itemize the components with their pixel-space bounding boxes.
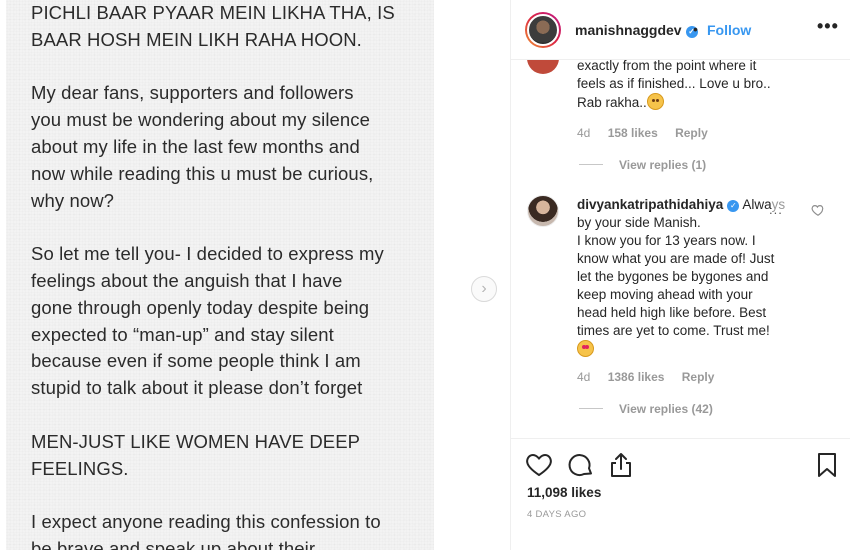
note-line: about my life in the last few months and	[31, 135, 360, 157]
note-line: now while reading this u must be curious…	[31, 162, 374, 184]
comment-line: I know you for 13 years now. I	[577, 233, 756, 248]
view-replies-label: View replies (42)	[619, 402, 713, 416]
note-line: My dear fans, supporters and followers	[31, 82, 354, 104]
comment-username[interactable]: divyankatripathidahiya	[577, 197, 723, 212]
reply-button[interactable]: Reply	[675, 126, 708, 140]
note-line: be brave and speak up about their	[31, 537, 316, 550]
reply-button[interactable]: Reply	[682, 370, 715, 384]
note-blank-line	[31, 402, 434, 429]
likes-count[interactable]: 11,098 likes	[527, 485, 601, 500]
note-line: MEN-JUST LIKE WOMEN HAVE DEEP	[31, 430, 361, 452]
post-actions: 11,098 likes 4 DAYS AGO	[511, 438, 850, 550]
comment-first-text: Alwa	[742, 197, 772, 212]
post-date[interactable]: 4 DAYS AGO	[527, 509, 586, 520]
comment-age[interactable]: 4d	[577, 126, 590, 140]
comment-meta: 4d 158 likes Reply	[577, 126, 722, 140]
comment-likes[interactable]: 158 likes	[608, 126, 658, 140]
avatar[interactable]	[525, 12, 561, 48]
comment-line: Rab rakha..	[577, 93, 817, 112]
comment-line: head held high like before. Best	[577, 305, 767, 320]
note-line: expected to “man-up” and stay silent	[31, 323, 334, 345]
note-line: stupid to talk about it please don’t for…	[31, 377, 363, 399]
note-line: BAAR HOSH MEIN LIKH RAHA HOON.	[31, 28, 362, 50]
comment-text: divyankatripathidahiya ✓ Always by your s…	[577, 196, 805, 359]
comment-line	[577, 340, 805, 359]
heart-icon[interactable]	[525, 451, 553, 479]
comment-text: exactly from the point where it feels as…	[577, 60, 817, 112]
username-link[interactable]: manishnaggdev	[575, 22, 682, 38]
comment-line-text: Rab rakha..	[577, 95, 647, 110]
note-line: why now?	[31, 189, 115, 211]
comment-age[interactable]: 4d	[577, 370, 590, 384]
note-line: So let me tell you- I decided to express…	[31, 243, 384, 265]
note-line: FEELINGS.	[31, 457, 129, 479]
note-blank-line	[31, 214, 434, 241]
post-header: manishnaggdev ✓ • Follow •••	[511, 0, 850, 60]
comment-line: keep moving ahead with your	[577, 287, 753, 302]
note-blank-line	[31, 54, 434, 81]
comment-line: know what you are made of! Just	[577, 251, 775, 266]
comment-options-icon[interactable]: ...	[769, 202, 783, 217]
note-line: I expect anyone reading this confession …	[31, 511, 381, 533]
comments-list: exactly from the point where it feels as…	[511, 60, 850, 438]
comment-line: exactly from the point where it	[577, 60, 757, 73]
comment-line: feels as if finished... Love u bro..	[577, 76, 771, 91]
comment-line: let the bygones be bygones and	[577, 269, 769, 284]
note-image: PICHLI BAAR PYAAR MEIN LIKHA THA, IS BAAR…	[6, 0, 434, 550]
note-line: feelings about the anguish that I have	[31, 269, 343, 291]
ellipsis-icon[interactable]: •••	[817, 16, 839, 37]
comment-line: times are yet to come. Trust me!	[577, 323, 770, 338]
post-side-panel: manishnaggdev ✓ • Follow ••• exactly from…	[510, 0, 850, 550]
verified-badge-icon: ✓	[727, 200, 740, 212]
note-line: you must be wondering about my silence	[31, 109, 371, 131]
note-blank-line	[31, 482, 434, 509]
comment-meta: 4d 1386 likes Reply	[577, 370, 728, 384]
chevron-right-icon[interactable]: ›	[471, 276, 497, 302]
share-icon[interactable]	[607, 451, 635, 479]
view-replies-label: View replies (1)	[619, 158, 707, 172]
note-line: PICHLI BAAR PYAAR MEIN LIKHA THA, IS	[31, 2, 395, 23]
avatar[interactable]	[527, 195, 559, 227]
replies-divider	[579, 164, 603, 165]
note-line: gone through openly today despite being	[31, 296, 370, 318]
comment-icon[interactable]	[567, 451, 595, 479]
smiling-face-icon	[646, 93, 664, 110]
replies-divider	[579, 408, 603, 409]
comment-likes[interactable]: 1386 likes	[608, 370, 665, 384]
view-replies-button[interactable]: View replies (1)	[579, 158, 706, 172]
avatar[interactable]	[527, 60, 559, 74]
bookmark-icon[interactable]	[813, 451, 841, 479]
post-image: PICHLI BAAR PYAAR MEIN LIKHA THA, IS BAAR…	[0, 0, 510, 550]
star-struck-face-icon	[577, 340, 594, 357]
header-separator: •	[693, 21, 698, 37]
note-line: because even if some people think I am	[31, 350, 361, 372]
header-username-wrap: manishnaggdev ✓	[575, 22, 698, 38]
heart-icon[interactable]	[811, 203, 825, 217]
view-replies-button[interactable]: View replies (42)	[579, 402, 713, 416]
follow-button[interactable]: Follow	[707, 22, 751, 38]
